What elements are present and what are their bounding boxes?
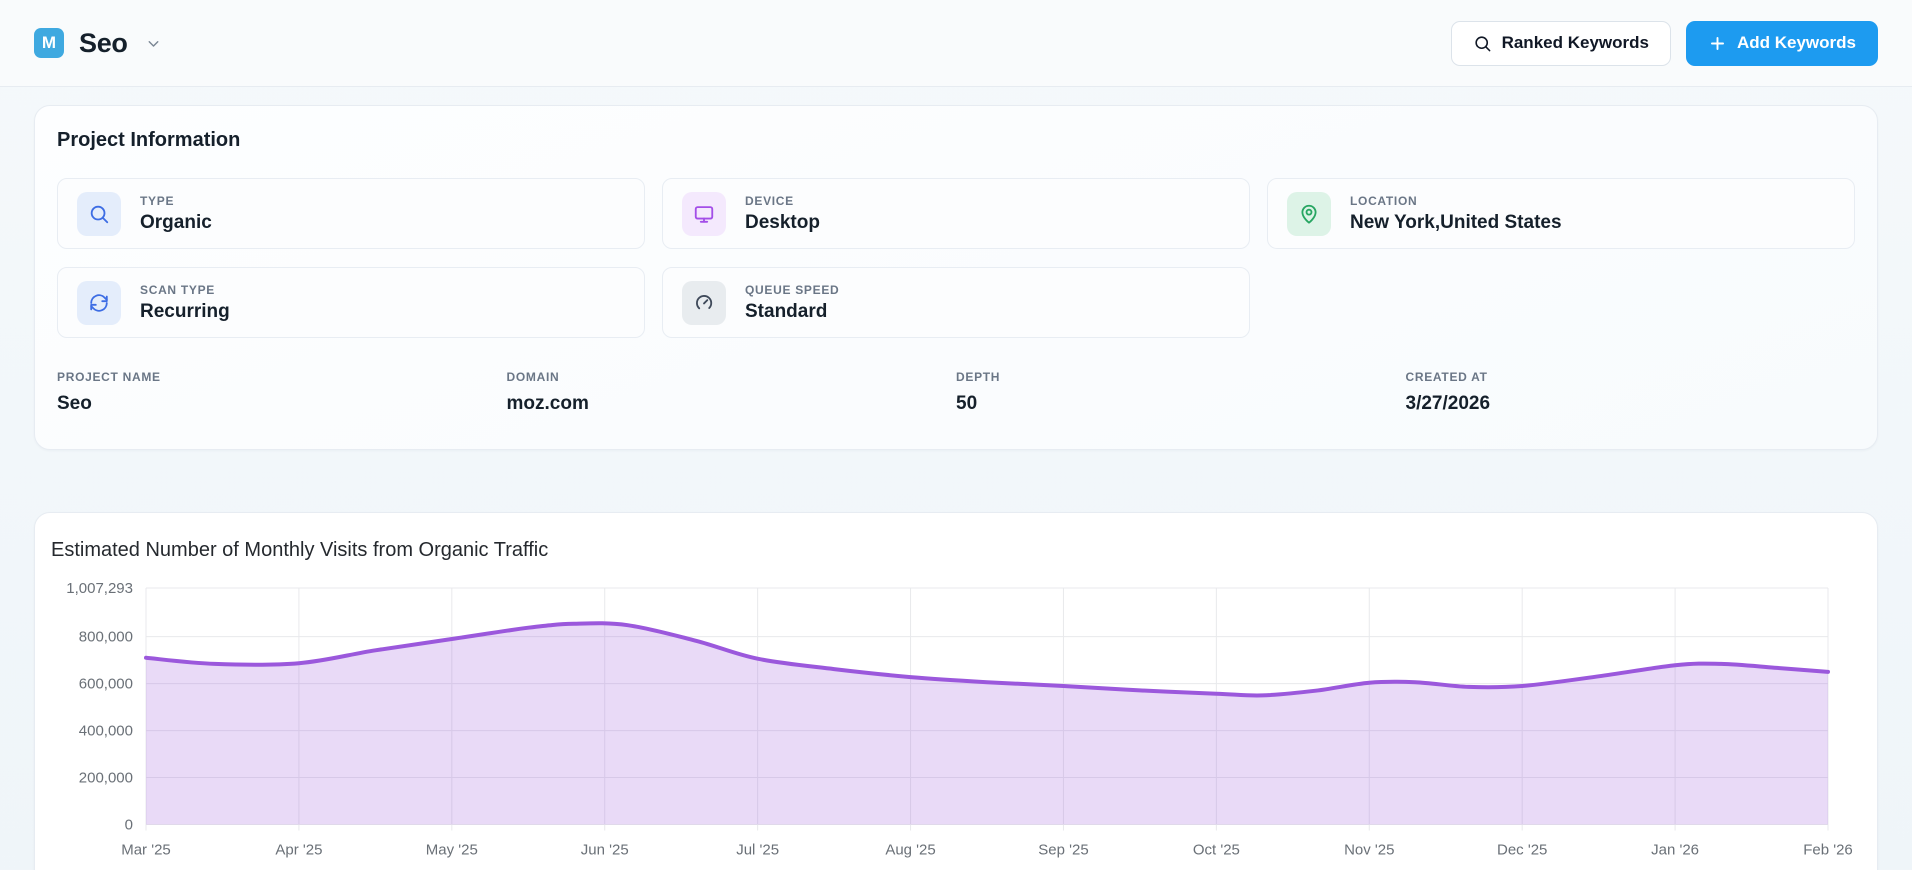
x-tick-label: Aug '25 bbox=[885, 842, 935, 859]
meta-value: 50 bbox=[956, 393, 978, 414]
project-information-card: Project Information TYPE Organic DEVICE Des… bbox=[34, 105, 1878, 450]
meta-value: Seo bbox=[57, 393, 92, 414]
meta-label: PROJECT NAME bbox=[57, 370, 161, 384]
monitor-icon-badge bbox=[682, 191, 726, 236]
tile-label: DEVICE bbox=[745, 193, 794, 208]
page-title: Seo bbox=[79, 27, 128, 58]
search-icon bbox=[90, 205, 109, 223]
search-icon bbox=[1473, 34, 1492, 53]
tile-value: New York,United States bbox=[1350, 211, 1562, 233]
add-keywords-label: Add Keywords bbox=[1736, 33, 1856, 52]
info-tile-device: DEVICE Desktop bbox=[662, 178, 1250, 249]
main-content: Project Information TYPE Organic DEVICE Des… bbox=[0, 105, 1912, 870]
meta-domain: DOMAIN moz.com bbox=[507, 370, 957, 415]
info-tile-location: LOCATION New York,United States bbox=[1267, 178, 1855, 249]
plus-icon bbox=[1708, 34, 1727, 53]
y-tick-label: 200,000 bbox=[79, 770, 133, 787]
ranked-keywords-label: Ranked Keywords bbox=[1501, 33, 1649, 52]
search-icon-badge bbox=[77, 191, 121, 236]
x-tick-label: Sep '25 bbox=[1038, 842, 1088, 859]
tile-label: SCAN TYPE bbox=[140, 282, 215, 297]
x-tick-label: Oct '25 bbox=[1193, 842, 1240, 859]
monitor-icon bbox=[694, 205, 714, 223]
project-switcher[interactable]: M Seo bbox=[34, 28, 162, 59]
y-tick-label: 1,007,293 bbox=[66, 580, 133, 597]
info-tile-queue-speed: QUEUE SPEED Standard bbox=[662, 267, 1250, 338]
meta-depth: DEPTH 50 bbox=[956, 370, 1406, 415]
x-tick-label: Nov '25 bbox=[1344, 842, 1394, 859]
map-pin-icon bbox=[1301, 204, 1317, 224]
tile-label: LOCATION bbox=[1350, 193, 1418, 208]
x-tick-label: Jan '26 bbox=[1651, 842, 1699, 859]
tile-value: Desktop bbox=[745, 211, 820, 233]
tile-label: TYPE bbox=[140, 193, 175, 208]
meta-label: DOMAIN bbox=[506, 370, 560, 384]
meta-created-at: CREATED AT 3/27/2026 bbox=[1406, 370, 1856, 415]
refresh-icon-badge bbox=[77, 280, 121, 325]
meta-value: moz.com bbox=[506, 393, 589, 414]
x-tick-label: Jul '25 bbox=[736, 842, 779, 859]
top-header: M Seo Ranked Keywords Add Keywords bbox=[0, 0, 1912, 87]
chart-title: Estimated Number of Monthly Visits from … bbox=[51, 539, 549, 561]
meta-value: 3/27/2026 bbox=[1405, 393, 1491, 414]
meta-label: DEPTH bbox=[956, 370, 1001, 384]
project-meta: PROJECT NAME Seo DOMAIN moz.com DEPTH 50 CREAT… bbox=[57, 370, 1855, 415]
project-tiles: TYPE Organic DEVICE Desktop LOCATION New York… bbox=[57, 178, 1855, 338]
tile-value: Recurring bbox=[140, 300, 230, 322]
tile-value: Organic bbox=[140, 211, 212, 233]
tile-label: QUEUE SPEED bbox=[745, 282, 840, 297]
x-tick-label: Apr '25 bbox=[275, 842, 322, 859]
y-tick-label: 400,000 bbox=[79, 723, 133, 740]
gauge-icon bbox=[696, 294, 713, 309]
x-tick-label: Feb '26 bbox=[1803, 842, 1853, 859]
y-tick-label: 600,000 bbox=[79, 676, 133, 693]
y-tick-label: 0 bbox=[125, 817, 133, 834]
ranked-keywords-button[interactable]: Ranked Keywords bbox=[1450, 20, 1671, 66]
gauge-icon-badge bbox=[682, 280, 726, 325]
meta-project-name: PROJECT NAME Seo bbox=[57, 370, 507, 415]
traffic-chart-card: Estimated Number of Monthly Visits from … bbox=[34, 512, 1878, 870]
x-tick-label: Jun '25 bbox=[581, 842, 629, 859]
project-information-heading: Project Information bbox=[57, 129, 241, 151]
y-tick-label: 800,000 bbox=[79, 629, 133, 646]
chevron-down-icon[interactable] bbox=[145, 35, 162, 52]
refresh-icon bbox=[90, 293, 108, 312]
moz-logo: M bbox=[34, 28, 64, 58]
info-tile-scan-type: SCAN TYPE Recurring bbox=[57, 267, 645, 338]
x-tick-label: Mar '25 bbox=[121, 842, 171, 859]
traffic-chart-svg: 0 200,000 400,000 600,000 800,000 1,007,293 Ma… bbox=[66, 580, 1853, 859]
x-tick-label: Dec '25 bbox=[1497, 842, 1547, 859]
info-tile-type: TYPE Organic bbox=[57, 178, 645, 249]
add-keywords-button[interactable]: Add Keywords bbox=[1685, 20, 1878, 66]
header-actions: Ranked Keywords Add Keywords bbox=[1450, 20, 1878, 66]
meta-label: CREATED AT bbox=[1405, 370, 1488, 384]
traffic-area-fill bbox=[146, 623, 1828, 825]
x-tick-label: May '25 bbox=[426, 842, 478, 859]
map-pin-icon-badge bbox=[1287, 191, 1331, 236]
tile-value: Standard bbox=[745, 300, 828, 322]
